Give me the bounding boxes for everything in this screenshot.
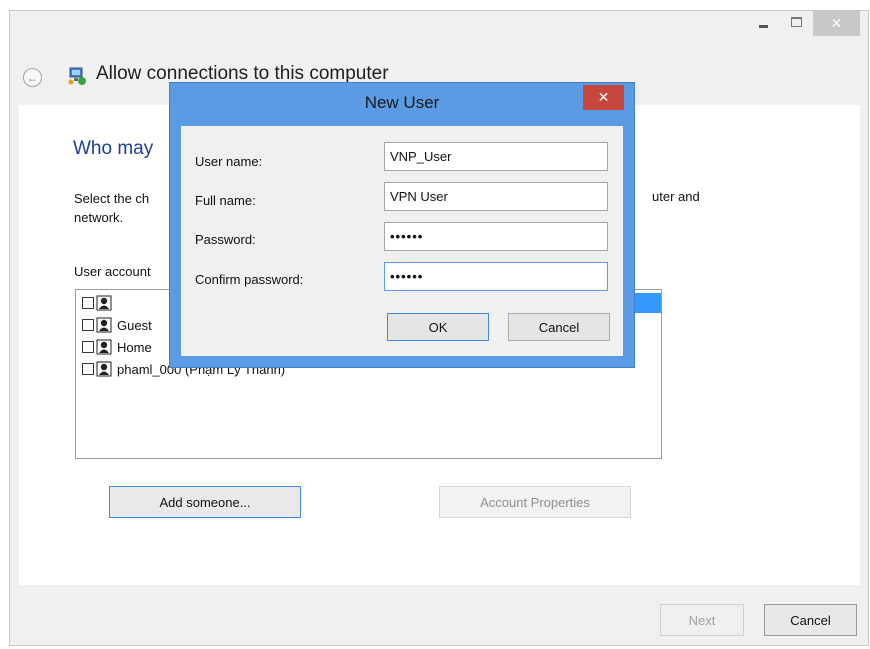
maximize-icon [790,17,802,27]
list-item-content: Admi [82,295,147,311]
dialog-cancel-button[interactable]: Cancel [508,313,610,341]
cancel-button[interactable]: Cancel [764,604,857,636]
title-bar: ✕ [10,11,868,47]
ok-button[interactable]: OK [387,313,489,341]
back-button[interactable]: ← [23,68,42,87]
list-item[interactable]: Home [82,337,152,357]
user-account-icon [96,361,112,377]
list-item[interactable]: Guest [82,315,152,335]
full-name-label: Full name: [195,193,256,208]
password-label: Password: [195,232,256,247]
account-checkbox[interactable] [82,319,94,331]
user-account-icon [96,317,112,333]
account-name: Admi [117,295,147,311]
user-account-icon [96,295,112,311]
dialog-close-button[interactable]: ✕ [583,85,624,110]
confirm-password-field[interactable] [384,262,608,291]
user-accounts-label: User account [74,264,151,279]
description-tail: uter and [652,189,700,204]
confirm-password-label: Confirm password: [195,272,304,287]
new-user-dialog: New User ✕ User name: Full name: Passwor… [169,82,635,368]
password-field[interactable] [384,222,608,251]
account-checkbox[interactable] [82,363,94,375]
account-checkbox[interactable] [82,341,94,353]
full-name-field[interactable] [384,182,608,211]
minimize-icon [758,24,768,28]
account-properties-button[interactable]: Account Properties [439,486,631,518]
back-arrow-icon: ← [26,70,39,85]
next-button[interactable]: Next [660,604,744,636]
dialog-body: User name: Full name: Password: Confirm … [181,126,623,356]
dialog-title: New User [364,93,440,112]
minimize-button[interactable] [748,11,778,33]
account-checkbox[interactable] [82,297,94,309]
user-name-field[interactable] [384,142,608,171]
close-icon: ✕ [830,15,843,31]
user-account-icon [96,339,112,355]
add-someone-button[interactable]: Add someone... [109,486,301,518]
user-name-label: User name: [195,154,263,169]
close-icon: ✕ [597,89,610,105]
maximize-button[interactable] [782,11,810,33]
account-name: Guest [117,317,152,333]
network-computer-icon [68,67,86,85]
close-button[interactable]: ✕ [813,11,860,36]
page-heading: Who may [73,138,154,159]
account-name: Home [117,339,152,355]
